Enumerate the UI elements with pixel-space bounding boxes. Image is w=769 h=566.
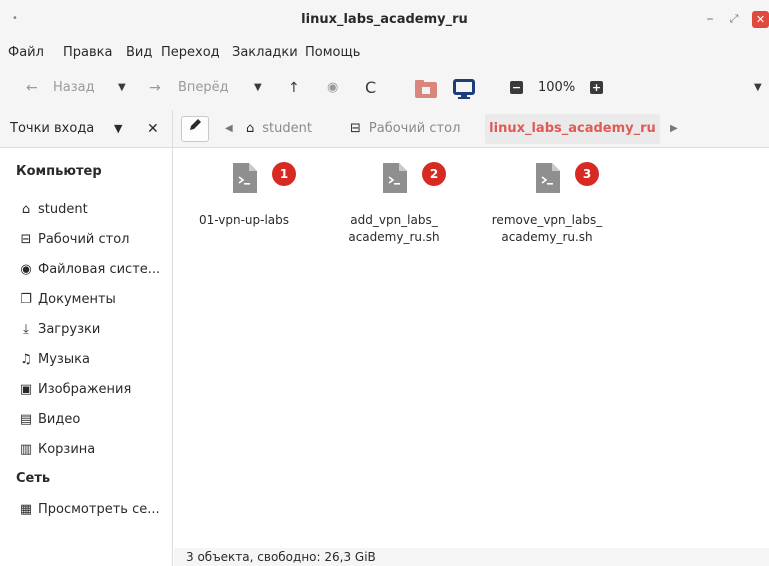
downloads-icon: ⤓ [23, 322, 29, 337]
script-file-icon [383, 163, 407, 193]
file-name: 01-vpn-up-labs [198, 213, 290, 227]
places-dropdown-icon[interactable]: ▼ [114, 119, 122, 139]
sidebar-item-label: student [38, 202, 88, 217]
video-icon: ▤ [19, 412, 33, 427]
sidebar-item-music[interactable]: ♫ Музыка [18, 349, 170, 371]
forward-arrow-icon[interactable]: → [149, 78, 161, 98]
sidebar: Компьютер ⌂ student ⊟ Рабочий стол ◉ Файлов… [0, 148, 173, 566]
pencil-icon [190, 119, 201, 130]
status-bar: 3 объекта, свободно: 26,3 GiB [174, 548, 769, 566]
home-icon: ⌂ [246, 121, 255, 136]
breadcrumb-student-label: student [262, 121, 312, 136]
sidebar-item-network[interactable]: ▦ Просмотреть се... [18, 499, 170, 521]
menu-help[interactable]: Помощь [305, 44, 360, 62]
sidebar-item-label: Музыка [38, 352, 90, 367]
zoom-level: 100% [538, 80, 576, 95]
places-selector[interactable]: Точки входа [10, 119, 94, 139]
sidebar-item-documents[interactable]: ❐ Документы [18, 289, 170, 311]
sidebar-item-label: Рабочий стол [38, 232, 130, 247]
stop-icon[interactable]: ◉ [327, 78, 338, 98]
reload-icon[interactable]: C [365, 78, 376, 98]
sidebar-item-label: Видео [38, 412, 81, 427]
back-button[interactable]: Назад [53, 78, 95, 98]
menu-view[interactable]: Вид [126, 44, 152, 62]
breadcrumb-desktop-label: Рабочий стол [368, 121, 461, 136]
file-view: 1 01-vpn-up-labs 2 add_vpn_labs_ academy… [174, 148, 769, 548]
documents-icon: ❐ [20, 292, 32, 307]
status-text: 3 объекта, свободно: 26,3 GiB [186, 550, 376, 564]
breadcrumb-left-icon[interactable]: ◀ [225, 119, 233, 139]
breadcrumb-current[interactable]: linux_labs_academy_ru [485, 114, 660, 144]
home-icon: ⌂ [21, 202, 31, 217]
breadcrumb-right-icon[interactable]: ▶ [670, 119, 678, 139]
sidebar-item-video[interactable]: ▤ Видео [18, 409, 170, 431]
zoom-out-button[interactable]: − [510, 81, 523, 94]
network-icon: ▦ [19, 502, 33, 517]
menu-bar: Файл Правка Вид Переход Закладки Помощь [0, 40, 769, 66]
script-file-icon [233, 163, 257, 193]
file-name: add_vpn_labs_ academy_ru.sh [348, 213, 440, 244]
sidebar-item-trash[interactable]: ▥ Корзина [18, 439, 170, 461]
edit-path-button[interactable] [181, 116, 209, 142]
script-file-icon [536, 163, 560, 193]
close-sidebar-icon[interactable]: ✕ [147, 119, 159, 139]
sidebar-item-label: Документы [38, 292, 116, 307]
menu-go[interactable]: Переход [161, 44, 220, 62]
sidebar-item-student[interactable]: ⌂ student [18, 199, 170, 221]
forward-button[interactable]: Вперёд [178, 78, 229, 98]
menu-bookmarks[interactable]: Закладки [232, 44, 298, 62]
trash-icon: ▥ [19, 442, 33, 457]
step-badge: 2 [422, 162, 446, 186]
sidebar-heading-network: Сеть [16, 471, 51, 486]
sidebar-item-desktop[interactable]: ⊟ Рабочий стол [18, 229, 170, 251]
sidebar-item-label: Изображения [38, 382, 132, 397]
maximize-button[interactable]: ⤢ [726, 11, 742, 27]
computer-icon[interactable] [452, 78, 476, 99]
menu-file[interactable]: Файл [8, 44, 44, 62]
forward-history-dropdown-icon[interactable]: ▼ [254, 78, 262, 98]
sidebar-item-images[interactable]: ▣ Изображения [18, 379, 170, 401]
menu-edit[interactable]: Правка [63, 44, 112, 62]
back-arrow-icon[interactable]: ← [26, 78, 38, 98]
sidebar-heading-computer: Компьютер [16, 164, 102, 179]
breadcrumb-desktop[interactable]: ⊟ Рабочий стол [350, 119, 460, 139]
sidebar-item-label: Просмотреть се... [38, 502, 160, 517]
sidebar-item-filesystem[interactable]: ◉ Файловая систе... [18, 259, 170, 281]
desktop-icon: ⊟ [350, 121, 361, 136]
up-arrow-icon[interactable]: ↑ [288, 78, 300, 98]
step-badge: 1 [272, 162, 296, 186]
breadcrumb-student[interactable]: ⌂ student [246, 119, 312, 139]
step-badge: 3 [575, 162, 599, 186]
toolbar: ← Назад ▼ → Вперёд ▼ ↑ ◉ C − 100% + ▼ [0, 66, 769, 110]
toolbar-overflow-icon[interactable]: ▼ [754, 78, 762, 98]
sidebar-item-label: Корзина [38, 442, 96, 457]
filesystem-icon: ◉ [20, 262, 32, 277]
music-icon: ♫ [20, 352, 32, 367]
close-button[interactable]: ✕ [752, 11, 769, 28]
divider [172, 110, 173, 148]
sidebar-item-label: Загрузки [38, 322, 101, 337]
images-icon: ▣ [19, 382, 33, 397]
back-history-dropdown-icon[interactable]: ▼ [118, 78, 126, 98]
home-folder-icon[interactable] [414, 79, 438, 99]
zoom-in-button[interactable]: + [590, 81, 603, 94]
sidebar-item-downloads[interactable]: ⤓ Загрузки [18, 319, 170, 341]
minimize-button[interactable]: – [702, 11, 718, 27]
file-name: remove_vpn_labs_ academy_ru.sh [491, 213, 603, 244]
location-bar: Точки входа ▼ ✕ ◀ ⌂ student ⊟ Рабочий стол… [0, 110, 769, 148]
window-title: linux_labs_academy_ru [301, 12, 468, 27]
desktop-icon: ⊟ [20, 232, 32, 247]
sidebar-item-label: Файловая систе... [38, 262, 161, 277]
title-bar: • linux_labs_academy_ru – ⤢ ✕ [0, 0, 769, 40]
